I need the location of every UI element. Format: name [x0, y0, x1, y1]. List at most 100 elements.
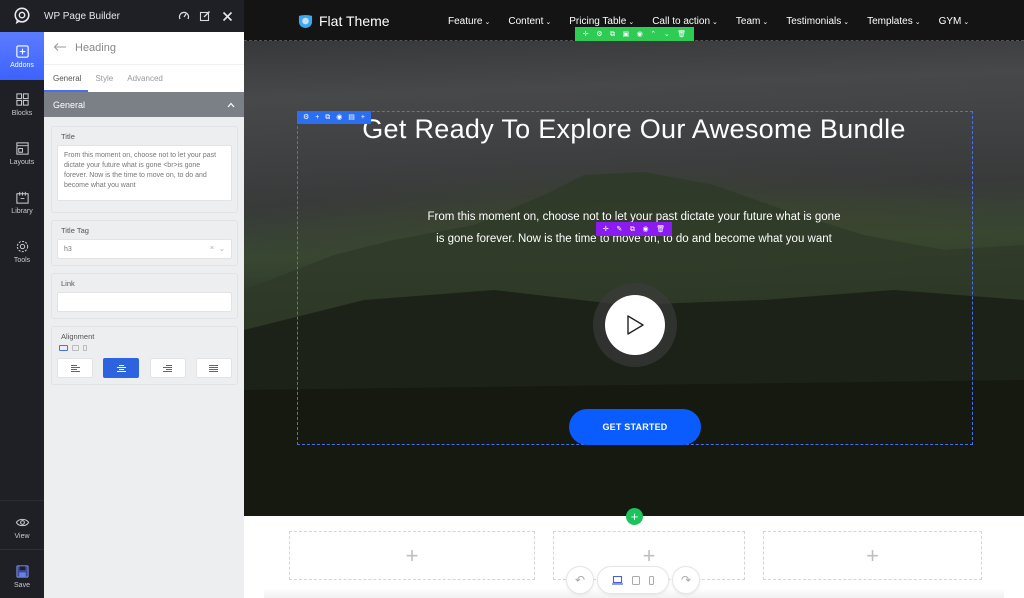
- element-move-icon[interactable]: ✛: [603, 226, 609, 233]
- column-toolbar: ⚙ + ⧉ ◉ ▤ +: [297, 111, 371, 124]
- nav-item-gym[interactable]: GYM ⌄: [939, 16, 970, 27]
- link-input[interactable]: [57, 292, 232, 312]
- add-row-button[interactable]: +: [626, 508, 643, 525]
- app-logo: [0, 0, 44, 32]
- align-center-button[interactable]: [103, 358, 140, 378]
- mobile-icon[interactable]: [83, 345, 87, 351]
- column-layout-icon[interactable]: ▤: [348, 114, 355, 121]
- nav-item-team[interactable]: Team ⌄: [736, 16, 768, 27]
- desktop-icon[interactable]: [612, 575, 623, 585]
- align-right-button[interactable]: [149, 358, 186, 378]
- panel-header: Heading: [44, 32, 244, 64]
- column-add-icon[interactable]: +: [315, 114, 319, 121]
- brand-logo-icon: [298, 14, 313, 28]
- hero-title[interactable]: Get Ready To Explore Our Awesome Bundle: [334, 112, 934, 147]
- nav-label: Templates: [867, 16, 913, 27]
- align-justify-button[interactable]: [195, 358, 232, 378]
- chevron-down-icon: ⌄: [628, 18, 635, 26]
- nav-item-feature[interactable]: Feature ⌄: [448, 16, 490, 27]
- column-settings-icon[interactable]: ⚙: [303, 114, 309, 121]
- row-move-down-icon[interactable]: ⌄: [664, 31, 670, 38]
- blocks-icon: [15, 92, 29, 106]
- video-play-halo: [593, 283, 677, 367]
- row-move-icon[interactable]: ✛: [583, 31, 589, 38]
- rail-item-layouts[interactable]: Layouts: [0, 129, 44, 177]
- clear-icon[interactable]: ×: [210, 245, 214, 253]
- element-visibility-icon[interactable]: ◉: [642, 226, 648, 233]
- tab-style[interactable]: Style: [95, 74, 113, 83]
- column-outline: [297, 111, 973, 445]
- row-delete-icon[interactable]: 🗑: [677, 31, 686, 38]
- speedometer-icon[interactable]: [177, 9, 191, 23]
- row-save-icon[interactable]: ▣: [623, 31, 630, 38]
- layouts-icon: [15, 141, 29, 155]
- play-icon: [627, 315, 644, 335]
- nav-item-testimonials[interactable]: Testimonials ⌄: [786, 16, 849, 27]
- element-name: Heading: [75, 42, 116, 54]
- row-settings-icon[interactable]: ⚙: [596, 31, 602, 38]
- page-canvas: Get Ready To Explore Our Awesome Bundle …: [244, 0, 1024, 598]
- redo-button[interactable]: ↷: [672, 566, 700, 594]
- element-duplicate-icon[interactable]: ⧉: [630, 226, 635, 233]
- rail-item-blocks[interactable]: Blocks: [0, 80, 44, 128]
- chevron-down-icon: ⌄: [843, 18, 850, 26]
- title-textarea[interactable]: From this moment on, choose not to let y…: [57, 145, 232, 201]
- close-icon[interactable]: [220, 9, 234, 23]
- tablet-icon[interactable]: [72, 345, 79, 351]
- edit-icon[interactable]: [198, 9, 212, 23]
- rail-item-tools[interactable]: Tools: [0, 227, 44, 275]
- rail-item-library[interactable]: Library: [0, 178, 44, 226]
- rail-item-label: Addons: [10, 61, 34, 69]
- nav-label: GYM: [938, 16, 962, 27]
- empty-column[interactable]: +: [763, 531, 982, 580]
- row-visibility-icon[interactable]: ◉: [637, 31, 643, 38]
- nav-item-call-to-action[interactable]: Call to action ⌄: [652, 16, 718, 27]
- element-delete-icon[interactable]: 🗑: [656, 226, 665, 233]
- hero-section[interactable]: Get Ready To Explore Our Awesome Bundle …: [244, 0, 1024, 516]
- undo-button[interactable]: ↶: [566, 566, 594, 594]
- field-alignment: Alignment: [51, 326, 238, 385]
- column-visibility-icon[interactable]: ◉: [336, 114, 342, 121]
- column-add-element-icon[interactable]: +: [361, 114, 365, 121]
- chevron-up-icon: [227, 102, 235, 107]
- site-brand[interactable]: Flat Theme: [298, 13, 390, 29]
- gear-icon: [16, 240, 28, 252]
- redo-icon: ↷: [680, 573, 692, 587]
- nav-label: Team: [735, 16, 761, 27]
- video-play-button[interactable]: [605, 295, 665, 355]
- alignment-options: [57, 358, 232, 378]
- column-duplicate-icon[interactable]: ⧉: [325, 114, 330, 121]
- panel-tabs: General Style Advanced: [44, 64, 244, 92]
- rail-item-view[interactable]: View: [0, 503, 44, 551]
- get-started-button[interactable]: GET STARTED: [569, 409, 701, 445]
- section-header-general[interactable]: General: [44, 92, 244, 117]
- tab-general[interactable]: General: [53, 74, 81, 83]
- desktop-icon[interactable]: [59, 345, 68, 351]
- row-move-up-icon[interactable]: ⌃: [650, 31, 656, 38]
- rail-item-label: Save: [14, 581, 30, 589]
- left-rail: Addons Blocks Layouts Library Tools View…: [0, 0, 44, 598]
- plus-square-icon: [15, 44, 29, 58]
- nav-item-templates[interactable]: Templates ⌄: [867, 16, 920, 27]
- element-toolbar: ✛ ✎ ⧉ ◉ 🗑: [596, 222, 672, 236]
- rail-item-addons[interactable]: Addons: [0, 32, 44, 80]
- chevron-down-icon: ⌄: [914, 18, 921, 26]
- nav-item-pricing-table[interactable]: Pricing Table ⌄: [569, 16, 634, 27]
- back-arrow-icon[interactable]: [53, 42, 67, 55]
- element-edit-icon[interactable]: ✎: [616, 226, 622, 233]
- rail-item-save[interactable]: Save: [0, 552, 44, 598]
- chevron-down-icon: ⌄: [219, 246, 225, 253]
- tablet-icon[interactable]: [632, 575, 640, 585]
- tab-advanced[interactable]: Advanced: [127, 74, 163, 83]
- row-toolbar: ✛ ⚙ ⧉ ▣ ◉ ⌃ ⌄ 🗑: [575, 27, 694, 41]
- field-label: Title Tag: [61, 226, 89, 235]
- rail-item-label: Library: [11, 207, 33, 215]
- title-tag-select[interactable]: h3 × ⌄: [57, 239, 232, 259]
- builder-bottom-bar: ↶ ↷: [566, 565, 702, 595]
- mobile-icon[interactable]: [649, 575, 654, 585]
- row-duplicate-icon[interactable]: ⧉: [610, 31, 615, 38]
- empty-column[interactable]: +: [289, 531, 535, 580]
- nav-item-content[interactable]: Content ⌄: [508, 16, 551, 27]
- select-value: h3: [64, 245, 72, 253]
- align-left-button[interactable]: [57, 358, 93, 378]
